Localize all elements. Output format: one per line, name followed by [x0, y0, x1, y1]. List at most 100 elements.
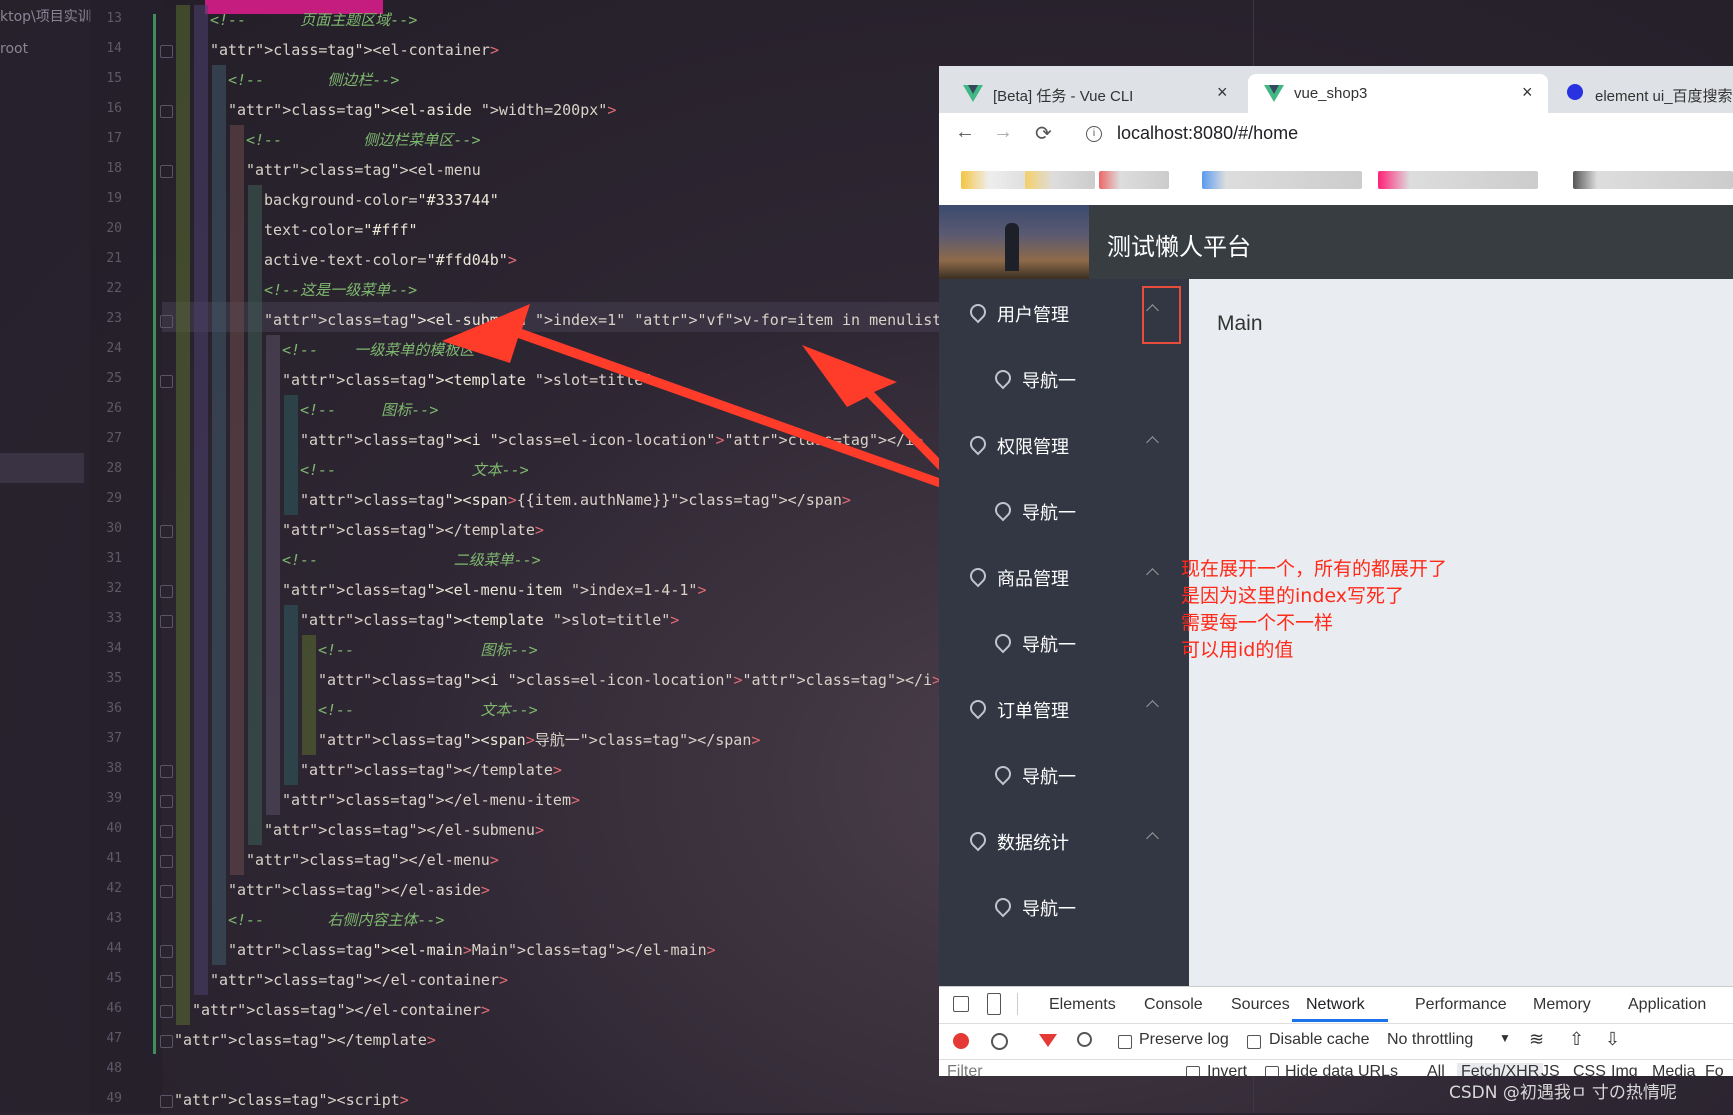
type-filter-fo[interactable]: Fo — [1705, 1063, 1724, 1076]
menu-item-label: 导航一 — [1022, 767, 1076, 787]
location-icon — [991, 630, 1015, 654]
location-icon — [966, 300, 990, 324]
preserve-log-checkbox[interactable] — [1118, 1035, 1132, 1049]
devtools-tab-elements[interactable]: Elements — [1049, 996, 1116, 1014]
app-header: 测试懒人平台 — [939, 205, 1733, 279]
browser-tab-vue-shop3[interactable]: vue_shop3 × — [1248, 74, 1548, 113]
throttling-dropdown-icon[interactable]: ▼ — [1499, 1031, 1511, 1045]
tab-title: [Beta] 任务 - Vue CLI — [993, 88, 1134, 105]
network-toolbar: Preserve log Disable cache No throttling… — [939, 1023, 1733, 1060]
annotation-line: 是因为这里的index写死了 — [1181, 585, 1404, 607]
inspect-element-icon[interactable] — [953, 996, 969, 1012]
search-icon[interactable] — [1077, 1032, 1092, 1047]
devtools-panel: Elements Console Sources Network Performance… — [939, 986, 1733, 1076]
location-icon — [991, 366, 1015, 390]
annotation-line: 需要每一个不一样 — [1181, 612, 1334, 634]
invert-label: Invert — [1207, 1063, 1248, 1076]
menu-item[interactable]: 导航一 — [939, 609, 1189, 675]
annotation-line: 可以用id的值 — [1181, 639, 1294, 661]
bookmark-blurred[interactable] — [1099, 171, 1169, 189]
bookmark-blurred[interactable] — [1378, 171, 1538, 189]
back-arrow-icon[interactable]: ← — [955, 121, 975, 144]
type-filter-js[interactable]: JS — [1541, 1063, 1560, 1076]
menu-item-label: 导航一 — [1022, 371, 1076, 391]
tab-title: element ui_百度搜索 — [1595, 88, 1733, 105]
submenu-title[interactable]: 商品管理 — [939, 543, 1189, 609]
devtools-tab-sources[interactable]: Sources — [1231, 996, 1290, 1014]
location-icon — [991, 498, 1015, 522]
menu-item[interactable]: 导航一 — [939, 873, 1189, 939]
disable-cache-checkbox[interactable] — [1247, 1035, 1261, 1049]
site-info-icon[interactable]: i — [1086, 126, 1102, 142]
type-filter-fetch-xhr[interactable]: Fetch/XHR — [1457, 1063, 1544, 1076]
location-icon — [991, 762, 1015, 786]
arrow-to-index — [442, 304, 1023, 516]
submenu-title[interactable]: 订单管理 — [939, 675, 1189, 741]
bookmarks-bar — [939, 155, 1733, 206]
highlight-box — [1142, 286, 1181, 344]
hide-data-urls-checkbox[interactable] — [1265, 1066, 1279, 1076]
toolbar-divider — [1017, 993, 1018, 1015]
devtools-tab-bar: Elements Console Sources Network Performance… — [939, 987, 1733, 1024]
browser-tab-strip: [Beta] 任务 - Vue CLI × vue_shop3 × elemen… — [939, 66, 1733, 113]
app-title: 测试懒人平台 — [1107, 234, 1251, 261]
header-logo-image — [939, 205, 1089, 279]
location-icon — [966, 828, 990, 852]
baidu-paw-icon — [1567, 84, 1583, 100]
type-filter-img[interactable]: Img — [1611, 1063, 1638, 1076]
submenu-title[interactable]: 用户管理 — [939, 279, 1189, 345]
menu-item[interactable]: 导航一 — [939, 477, 1189, 543]
devtools-tab-performance[interactable]: Performance — [1415, 996, 1507, 1014]
devtools-tab-network[interactable]: Network — [1306, 996, 1365, 1014]
vue-logo-icon — [1264, 85, 1284, 102]
preserve-log-label: Preserve log — [1139, 1031, 1229, 1048]
clear-icon[interactable] — [991, 1033, 1008, 1050]
submenu-label: 数据统计 — [997, 833, 1069, 853]
submenu-label: 订单管理 — [997, 701, 1069, 721]
type-filter-all[interactable]: All — [1427, 1063, 1445, 1076]
bookmark-blurred[interactable] — [1025, 171, 1095, 189]
chevron-up-icon[interactable] — [1146, 568, 1159, 581]
menu-item-label: 导航一 — [1022, 635, 1076, 655]
tab-close-icon[interactable]: × — [1217, 82, 1228, 103]
filter-input[interactable]: Filter — [947, 1063, 983, 1076]
type-filter-media[interactable]: Media — [1652, 1063, 1696, 1076]
export-har-icon[interactable]: ⇩ — [1605, 1029, 1620, 1050]
devtools-tab-memory[interactable]: Memory — [1533, 996, 1591, 1014]
chevron-up-icon[interactable] — [1146, 436, 1159, 449]
browser-tab-baidu[interactable]: element ui_百度搜索 — [1553, 74, 1733, 113]
browser-tab-vue-cli[interactable]: [Beta] 任务 - Vue CLI × — [947, 74, 1243, 113]
forward-arrow-icon[interactable]: → — [993, 121, 1013, 144]
network-filter-row: Filter Invert Hide data URLs All Fetch/XH… — [939, 1059, 1733, 1076]
menu-item[interactable]: 导航一 — [939, 741, 1189, 807]
csdn-watermark: CSDN @初遇我ㅁ 寸の热情呢 — [1449, 1083, 1677, 1103]
disable-cache-label: Disable cache — [1269, 1031, 1370, 1048]
type-filter-css[interactable]: CSS — [1573, 1063, 1606, 1076]
location-icon — [991, 894, 1015, 918]
invert-checkbox[interactable] — [1186, 1066, 1200, 1076]
tab-close-icon[interactable]: × — [1522, 82, 1533, 103]
submenu-title[interactable]: 权限管理 — [939, 411, 1189, 477]
bookmark-blurred[interactable] — [1573, 171, 1733, 189]
chevron-up-icon[interactable] — [1146, 832, 1159, 845]
annotation-line: 现在展开一个，所有的都展开了 — [1181, 558, 1448, 580]
network-conditions-icon[interactable]: ≋ — [1529, 1029, 1544, 1050]
record-icon[interactable] — [953, 1033, 969, 1049]
reload-icon[interactable]: ⟳ — [1035, 121, 1052, 146]
throttling-select[interactable]: No throttling — [1387, 1031, 1473, 1049]
sidebar-menu: 用户管理 导航一 权限管理 导航一 商品管理 导航一 订单管理 导航一 数据统计 导航一 — [939, 279, 1189, 986]
annotation-note: 现在展开一个，所有的都展开了 是因为这里的index写死了 需要每一个不一样 可… — [1181, 556, 1447, 664]
location-icon — [966, 564, 990, 588]
menu-item[interactable]: 导航一 — [939, 345, 1189, 411]
address-url[interactable]: localhost:8080/#/home — [1117, 123, 1298, 144]
import-har-icon[interactable]: ⇧ — [1569, 1029, 1584, 1050]
bookmark-blurred[interactable] — [961, 171, 1031, 189]
submenu-title[interactable]: 数据统计 — [939, 807, 1189, 873]
devtools-tab-application[interactable]: Application — [1628, 996, 1706, 1014]
bookmark-blurred[interactable] — [1202, 171, 1362, 189]
device-toolbar-icon[interactable] — [987, 993, 1001, 1015]
filter-icon[interactable] — [1039, 1034, 1057, 1047]
main-text: Main — [1217, 312, 1263, 335]
devtools-tab-console[interactable]: Console — [1144, 996, 1203, 1014]
chevron-up-icon[interactable] — [1146, 700, 1159, 713]
